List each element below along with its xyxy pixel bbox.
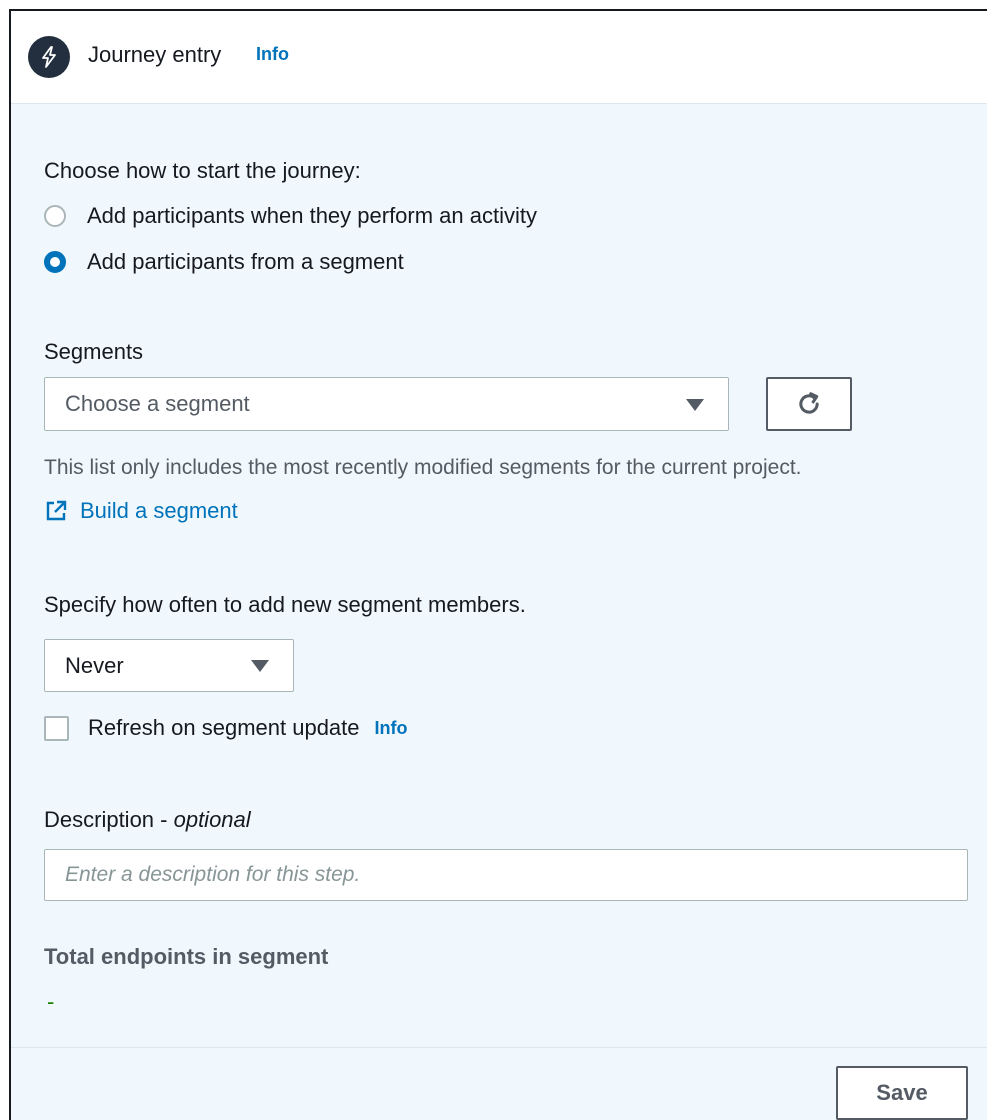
segment-select[interactable]: Choose a segment: [44, 377, 729, 431]
journey-entry-panel: Journey entry Info Choose how to start t…: [9, 9, 987, 1120]
radio-activity-label: Add participants when they perform an ac…: [87, 203, 538, 228]
build-segment-link[interactable]: Build a segment: [44, 498, 238, 524]
total-endpoints-value: -: [47, 989, 55, 1014]
page-title: Journey entry: [88, 42, 222, 67]
segment-select-placeholder: Choose a segment: [65, 391, 250, 416]
footer-divider: [11, 1047, 987, 1048]
segments-label: Segments: [44, 339, 144, 364]
description-label-text: Description -: [44, 807, 174, 832]
refresh-info-link[interactable]: Info: [375, 718, 408, 739]
frequency-select-value: Never: [65, 653, 124, 678]
refresh-on-update-label: Refresh on segment update: [88, 715, 360, 740]
build-segment-label: Build a segment: [80, 498, 238, 523]
radio-segment-label: Add participants from a segment: [87, 249, 404, 274]
refresh-on-update-checkbox[interactable]: [44, 715, 69, 741]
external-link-icon: [44, 499, 68, 523]
frequency-label: Specify how often to add new segment mem…: [44, 592, 526, 617]
radio-segment[interactable]: [44, 251, 66, 273]
description-optional-text: optional: [173, 807, 251, 832]
panel-header: Journey entry Info: [11, 11, 987, 104]
radio-segment-option[interactable]: Add participants from a segment: [44, 249, 404, 275]
description-input[interactable]: [44, 849, 968, 901]
caret-down-icon: [686, 399, 704, 411]
refresh-icon: [799, 392, 819, 414]
start-prompt-label: Choose how to start the journey:: [44, 158, 361, 183]
save-button[interactable]: Save: [836, 1066, 968, 1120]
caret-down-icon: [251, 660, 269, 672]
refresh-on-update-row: Refresh on segment update Info: [44, 715, 408, 741]
lightning-icon: [28, 36, 70, 78]
description-label: Description - optional: [44, 807, 251, 833]
segments-hint-text: This list only includes the most recentl…: [44, 456, 802, 479]
frequency-select[interactable]: Never: [44, 639, 294, 692]
total-endpoints-label: Total endpoints in segment: [44, 944, 329, 969]
refresh-segments-button[interactable]: [766, 377, 852, 431]
radio-activity-option[interactable]: Add participants when they perform an ac…: [44, 203, 537, 229]
header-info-link[interactable]: Info: [256, 44, 289, 65]
radio-activity[interactable]: [44, 205, 66, 227]
